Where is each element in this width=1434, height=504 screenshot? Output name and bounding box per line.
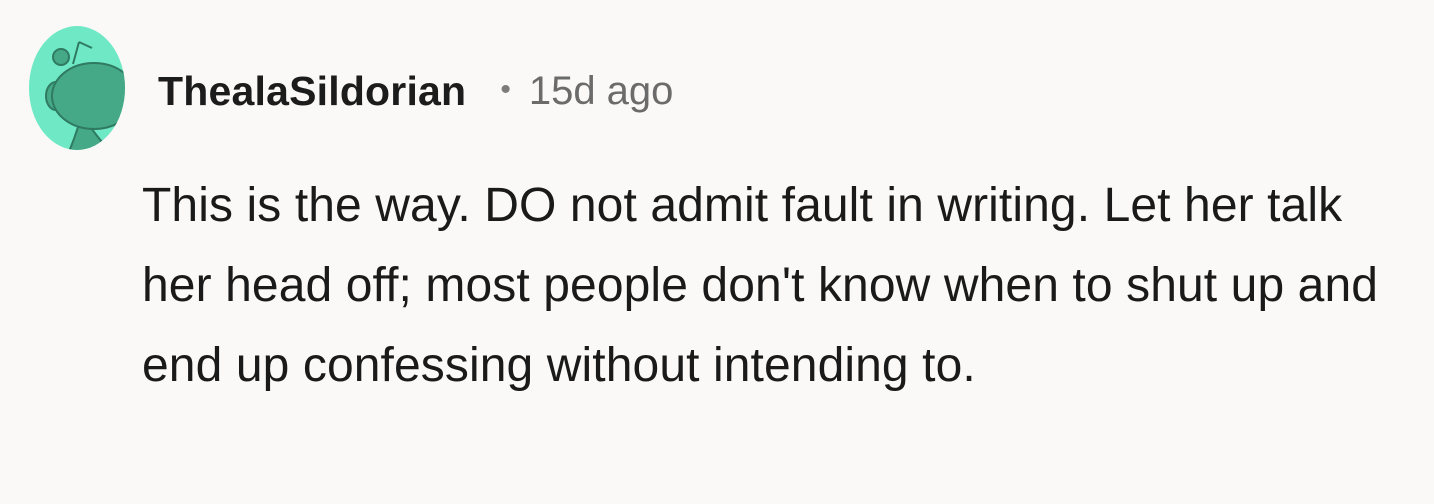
comment-timestamp[interactable]: 15d ago <box>529 69 674 114</box>
snoo-avatar-icon <box>29 26 125 150</box>
user-avatar[interactable] <box>28 24 126 152</box>
comment: ThealaSildorian • 15d ago This is the wa… <box>0 0 1434 504</box>
comment-header: ThealaSildorian • 15d ago <box>158 64 673 118</box>
comment-author[interactable]: ThealaSildorian <box>158 68 466 115</box>
comment-body: This is the way. DO not admit fault in w… <box>142 179 1379 392</box>
separator-dot: • <box>500 73 511 106</box>
